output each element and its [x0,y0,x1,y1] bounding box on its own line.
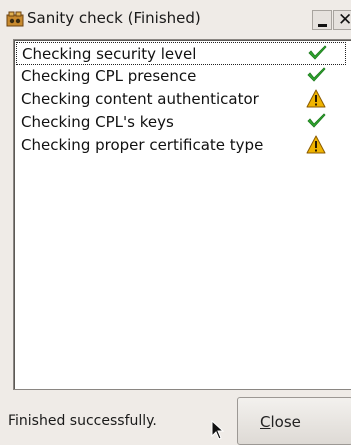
status-message: Finished successfully. [8,413,157,429]
checks-list[interactable]: Checking security level Checking CPL pre… [13,39,351,390]
window-title: Sanity check (Finished) [27,9,201,27]
close-icon: ✕ [338,10,351,30]
sanity-check-window: Sanity check (Finished) ✕ Checking secur… [0,0,351,445]
check-label: Checking content authenticator [21,90,259,108]
close-button[interactable]: Close [237,397,351,445]
check-label: Checking security level [22,45,197,63]
checkmark-icon [307,67,326,82]
check-label: Checking CPL's keys [21,113,174,131]
check-label: Checking proper certificate type [21,136,264,154]
mouse-pointer-icon [211,420,225,440]
list-item[interactable]: Checking security level [16,42,346,65]
check-label: Checking CPL presence [21,67,197,85]
list-item[interactable]: Checking content authenticator [16,88,346,111]
list-item[interactable]: Checking CPL's keys [16,111,346,134]
list-item[interactable]: Checking CPL presence [16,65,346,88]
checkmark-icon [307,113,326,128]
app-icon [6,11,24,27]
close-window-button[interactable]: ✕ [333,10,351,30]
list-item[interactable]: Checking proper certificate type [16,134,346,157]
warning-icon [306,89,326,108]
warning-icon [306,135,326,154]
close-button-label: Close [260,413,301,431]
minimize-button[interactable] [312,10,332,30]
title-bar[interactable]: Sanity check (Finished) ✕ [0,0,351,38]
checkmark-icon [308,45,327,60]
